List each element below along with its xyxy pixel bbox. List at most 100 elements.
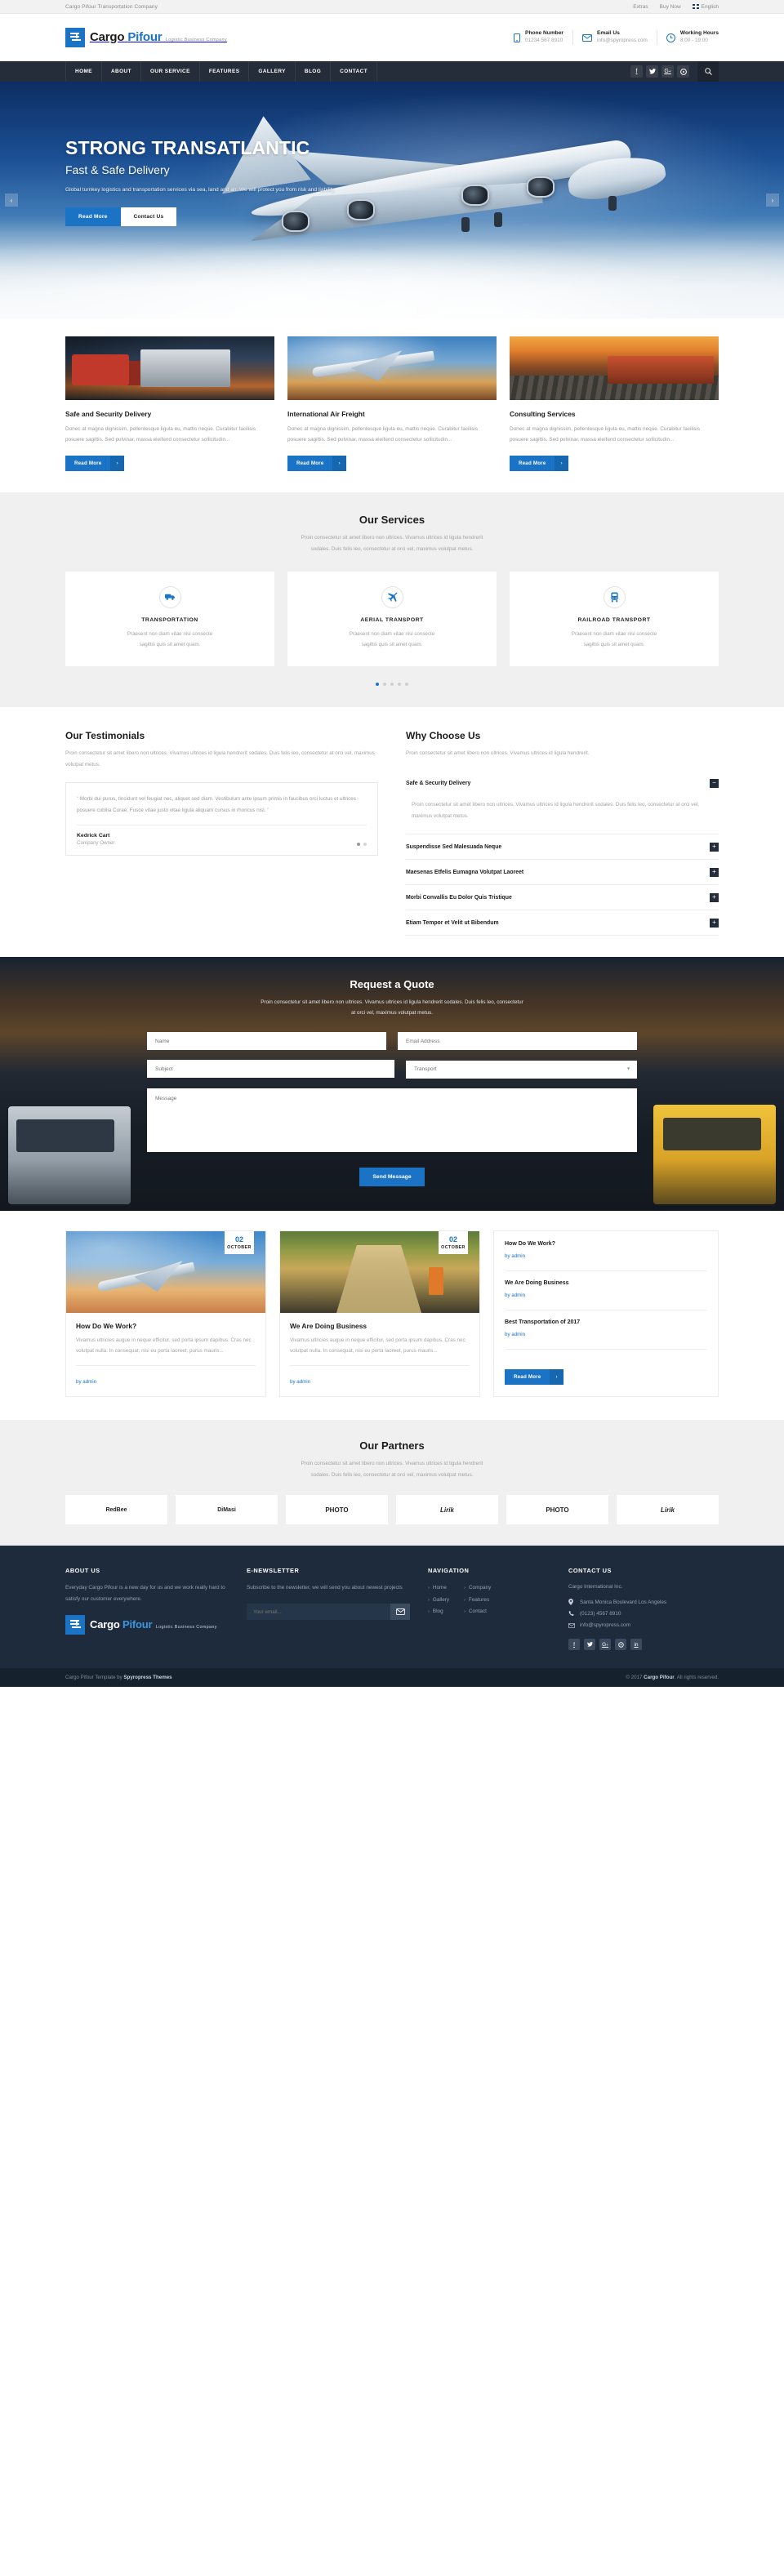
newsletter-submit-button[interactable] (390, 1604, 410, 1621)
pinterest-icon[interactable] (677, 65, 689, 78)
search-icon[interactable] (697, 61, 719, 82)
carousel-dot[interactable] (376, 682, 379, 686)
nav-item-our-service[interactable]: OUR SERVICE (141, 61, 200, 82)
carousel-dot[interactable] (405, 682, 408, 686)
footer-about-column: ABOUT US Everyday Cargo Pifour is a new … (65, 1567, 229, 1650)
carousel-dot[interactable] (357, 843, 360, 847)
hero-next-button[interactable]: › (766, 194, 779, 207)
main-navigation: HOME ABOUT OUR SERVICE FEATURES GALLERY … (0, 61, 784, 82)
hero-contact-us-button[interactable]: Contact Us (120, 207, 177, 226)
partner-logo-dimasi[interactable]: DiMasi (176, 1495, 278, 1525)
plus-icon[interactable]: + (710, 892, 719, 902)
language-selector[interactable]: English (692, 4, 719, 10)
partners-sub-line-2: sodales. Duis felis leo, consectetur at … (310, 1471, 474, 1478)
feature-read-more-button[interactable]: Read More › (510, 456, 568, 472)
service-box-transportation[interactable]: TRANSPORTATION Praesent non diam vitae n… (65, 571, 274, 666)
sidebar-post-author[interactable]: by admin (505, 1332, 525, 1337)
site-header: Cargo Pifour Logistic Business Company P… (0, 14, 784, 61)
footer-nav-link[interactable]: Home (433, 1585, 447, 1591)
footer-nav-link[interactable]: Blog (433, 1608, 443, 1614)
header-contact-hours: Working Hours 8:00 - 19:00 (657, 30, 719, 45)
footer-nav-item[interactable]: › Home (428, 1582, 449, 1594)
carousel-dot[interactable] (383, 682, 386, 686)
partner-logo-redbee[interactable]: RedBee (65, 1495, 167, 1525)
footer-nav-item[interactable]: › Features (464, 1595, 491, 1606)
service-box-aerial-transport[interactable]: AERIAL TRANSPORT Praesent non diam vitae… (287, 571, 497, 666)
accordion-header[interactable]: Morbi Convallis Eu Dolor Quis Tristique … (406, 885, 719, 910)
hero-prev-button[interactable]: ‹ (5, 194, 18, 207)
blog-post-card[interactable]: 02 OCTOBER We Are Doing Business Vivamus… (279, 1230, 480, 1397)
partner-logo-photo-2[interactable]: PHOTO (506, 1495, 608, 1525)
send-message-button[interactable]: Send Message (359, 1167, 425, 1186)
topbar-link-extras[interactable]: Extras (633, 4, 648, 10)
envelope-icon (568, 1622, 575, 1628)
minus-icon[interactable]: − (710, 778, 719, 788)
twitter-icon[interactable] (646, 65, 658, 78)
feature-read-more-label: Read More (287, 456, 333, 472)
service-box-title: AERIAL TRANSPORT (360, 616, 424, 623)
google-plus-icon[interactable]: G + (662, 65, 674, 78)
footer-nav-link[interactable]: Features (469, 1597, 489, 1603)
transport-select-value[interactable] (406, 1060, 637, 1079)
plus-icon[interactable]: + (710, 867, 719, 877)
hero-read-more-button[interactable]: Read More (65, 207, 121, 226)
sidebar-read-more-button[interactable]: Read More › (505, 1368, 564, 1385)
carousel-dot[interactable] (390, 682, 394, 686)
partner-logo-lirik[interactable]: Lirik (396, 1495, 498, 1525)
sidebar-post-item[interactable]: We Are Doing Business by admin (505, 1280, 707, 1310)
topbar-link-buy-now[interactable]: Buy Now (660, 4, 681, 10)
footer-nav-item[interactable]: › Blog (428, 1606, 449, 1617)
footer-nav-link[interactable]: Company (469, 1585, 491, 1591)
subject-input[interactable] (147, 1060, 394, 1079)
facebook-icon[interactable]: f (568, 1639, 580, 1651)
post-author[interactable]: by admin (290, 1379, 310, 1385)
footer-nav-item[interactable]: › Gallery (428, 1595, 449, 1606)
footer-nav-item[interactable]: › Contact (464, 1606, 491, 1617)
accordion-header[interactable]: Suspendisse Sed Malesuada Neque + (406, 834, 719, 859)
plus-icon[interactable]: + (710, 842, 719, 852)
nav-item-blog[interactable]: BLOG (296, 61, 332, 82)
twitter-icon[interactable] (584, 1639, 595, 1651)
message-textarea[interactable] (147, 1088, 637, 1152)
carousel-dot[interactable] (398, 682, 401, 686)
footer-nav-link[interactable]: Contact (469, 1608, 487, 1614)
post-author[interactable]: by admin (76, 1379, 96, 1385)
nav-item-about[interactable]: ABOUT (102, 61, 141, 82)
nav-item-gallery[interactable]: GALLERY (249, 61, 296, 82)
footer-nav-link[interactable]: Gallery (433, 1597, 449, 1603)
nav-item-features[interactable]: FEATURES (200, 61, 250, 82)
footer-logo[interactable]: Cargo Pifour Logistic Business Company (65, 1614, 229, 1635)
plus-icon[interactable]: + (710, 918, 719, 928)
carousel-dot[interactable] (363, 843, 367, 847)
email-input[interactable] (398, 1032, 637, 1051)
facebook-icon[interactable]: f (630, 65, 643, 78)
nav-item-contact[interactable]: CONTACT (331, 61, 378, 82)
google-plus-icon[interactable]: G + (599, 1639, 611, 1651)
header-contact-phone: Phone Number 01234 567 8910 (505, 30, 573, 45)
blog-post-card[interactable]: 02 OCTOBER How Do We Work? Vivamus ultri… (65, 1230, 266, 1397)
feature-read-more-button[interactable]: Read More › (287, 456, 346, 472)
footer-newsletter-text: Subscribe to the newsletter, we will sen… (247, 1585, 403, 1591)
accordion-header[interactable]: Etiam Tempor et Velit ut Bibendum + (406, 910, 719, 935)
transport-select[interactable] (406, 1060, 637, 1079)
name-input[interactable] (147, 1032, 386, 1051)
accordion-header[interactable]: Safe & Security Delivery − (406, 771, 719, 795)
footer-logo-name-2: Pifour (122, 1617, 153, 1631)
linkedin-icon[interactable]: in (630, 1639, 642, 1651)
partner-logo-photo[interactable]: PHOTO (286, 1495, 388, 1525)
partner-logo-lirik-2[interactable]: Lirik (617, 1495, 719, 1525)
pinterest-icon[interactable] (615, 1639, 626, 1651)
sidebar-post-item[interactable]: How Do We Work? by admin (505, 1241, 707, 1271)
service-box-railroad-transport[interactable]: RAILROAD TRANSPORT Praesent non diam vit… (510, 571, 719, 666)
feature-read-more-button[interactable]: Read More › (65, 456, 124, 472)
logo[interactable]: Cargo Pifour Logistic Business Company (65, 28, 227, 47)
accordion-header[interactable]: Maesenas Etfelis Eumagna Volutpat Laoree… (406, 860, 719, 884)
newsletter-email-input[interactable] (247, 1604, 390, 1621)
hero-title: STRONG TRANSATLANTIC (65, 137, 310, 158)
sidebar-post-author[interactable]: by admin (505, 1292, 525, 1298)
sidebar-post-author[interactable]: by admin (505, 1253, 525, 1259)
footer-nav-item[interactable]: › Company (464, 1582, 491, 1594)
sidebar-post-item[interactable]: Best Transportation of 2017 by admin (505, 1319, 707, 1350)
sidebar-post-title: We Are Doing Business (505, 1279, 569, 1286)
nav-item-home[interactable]: HOME (65, 61, 102, 82)
